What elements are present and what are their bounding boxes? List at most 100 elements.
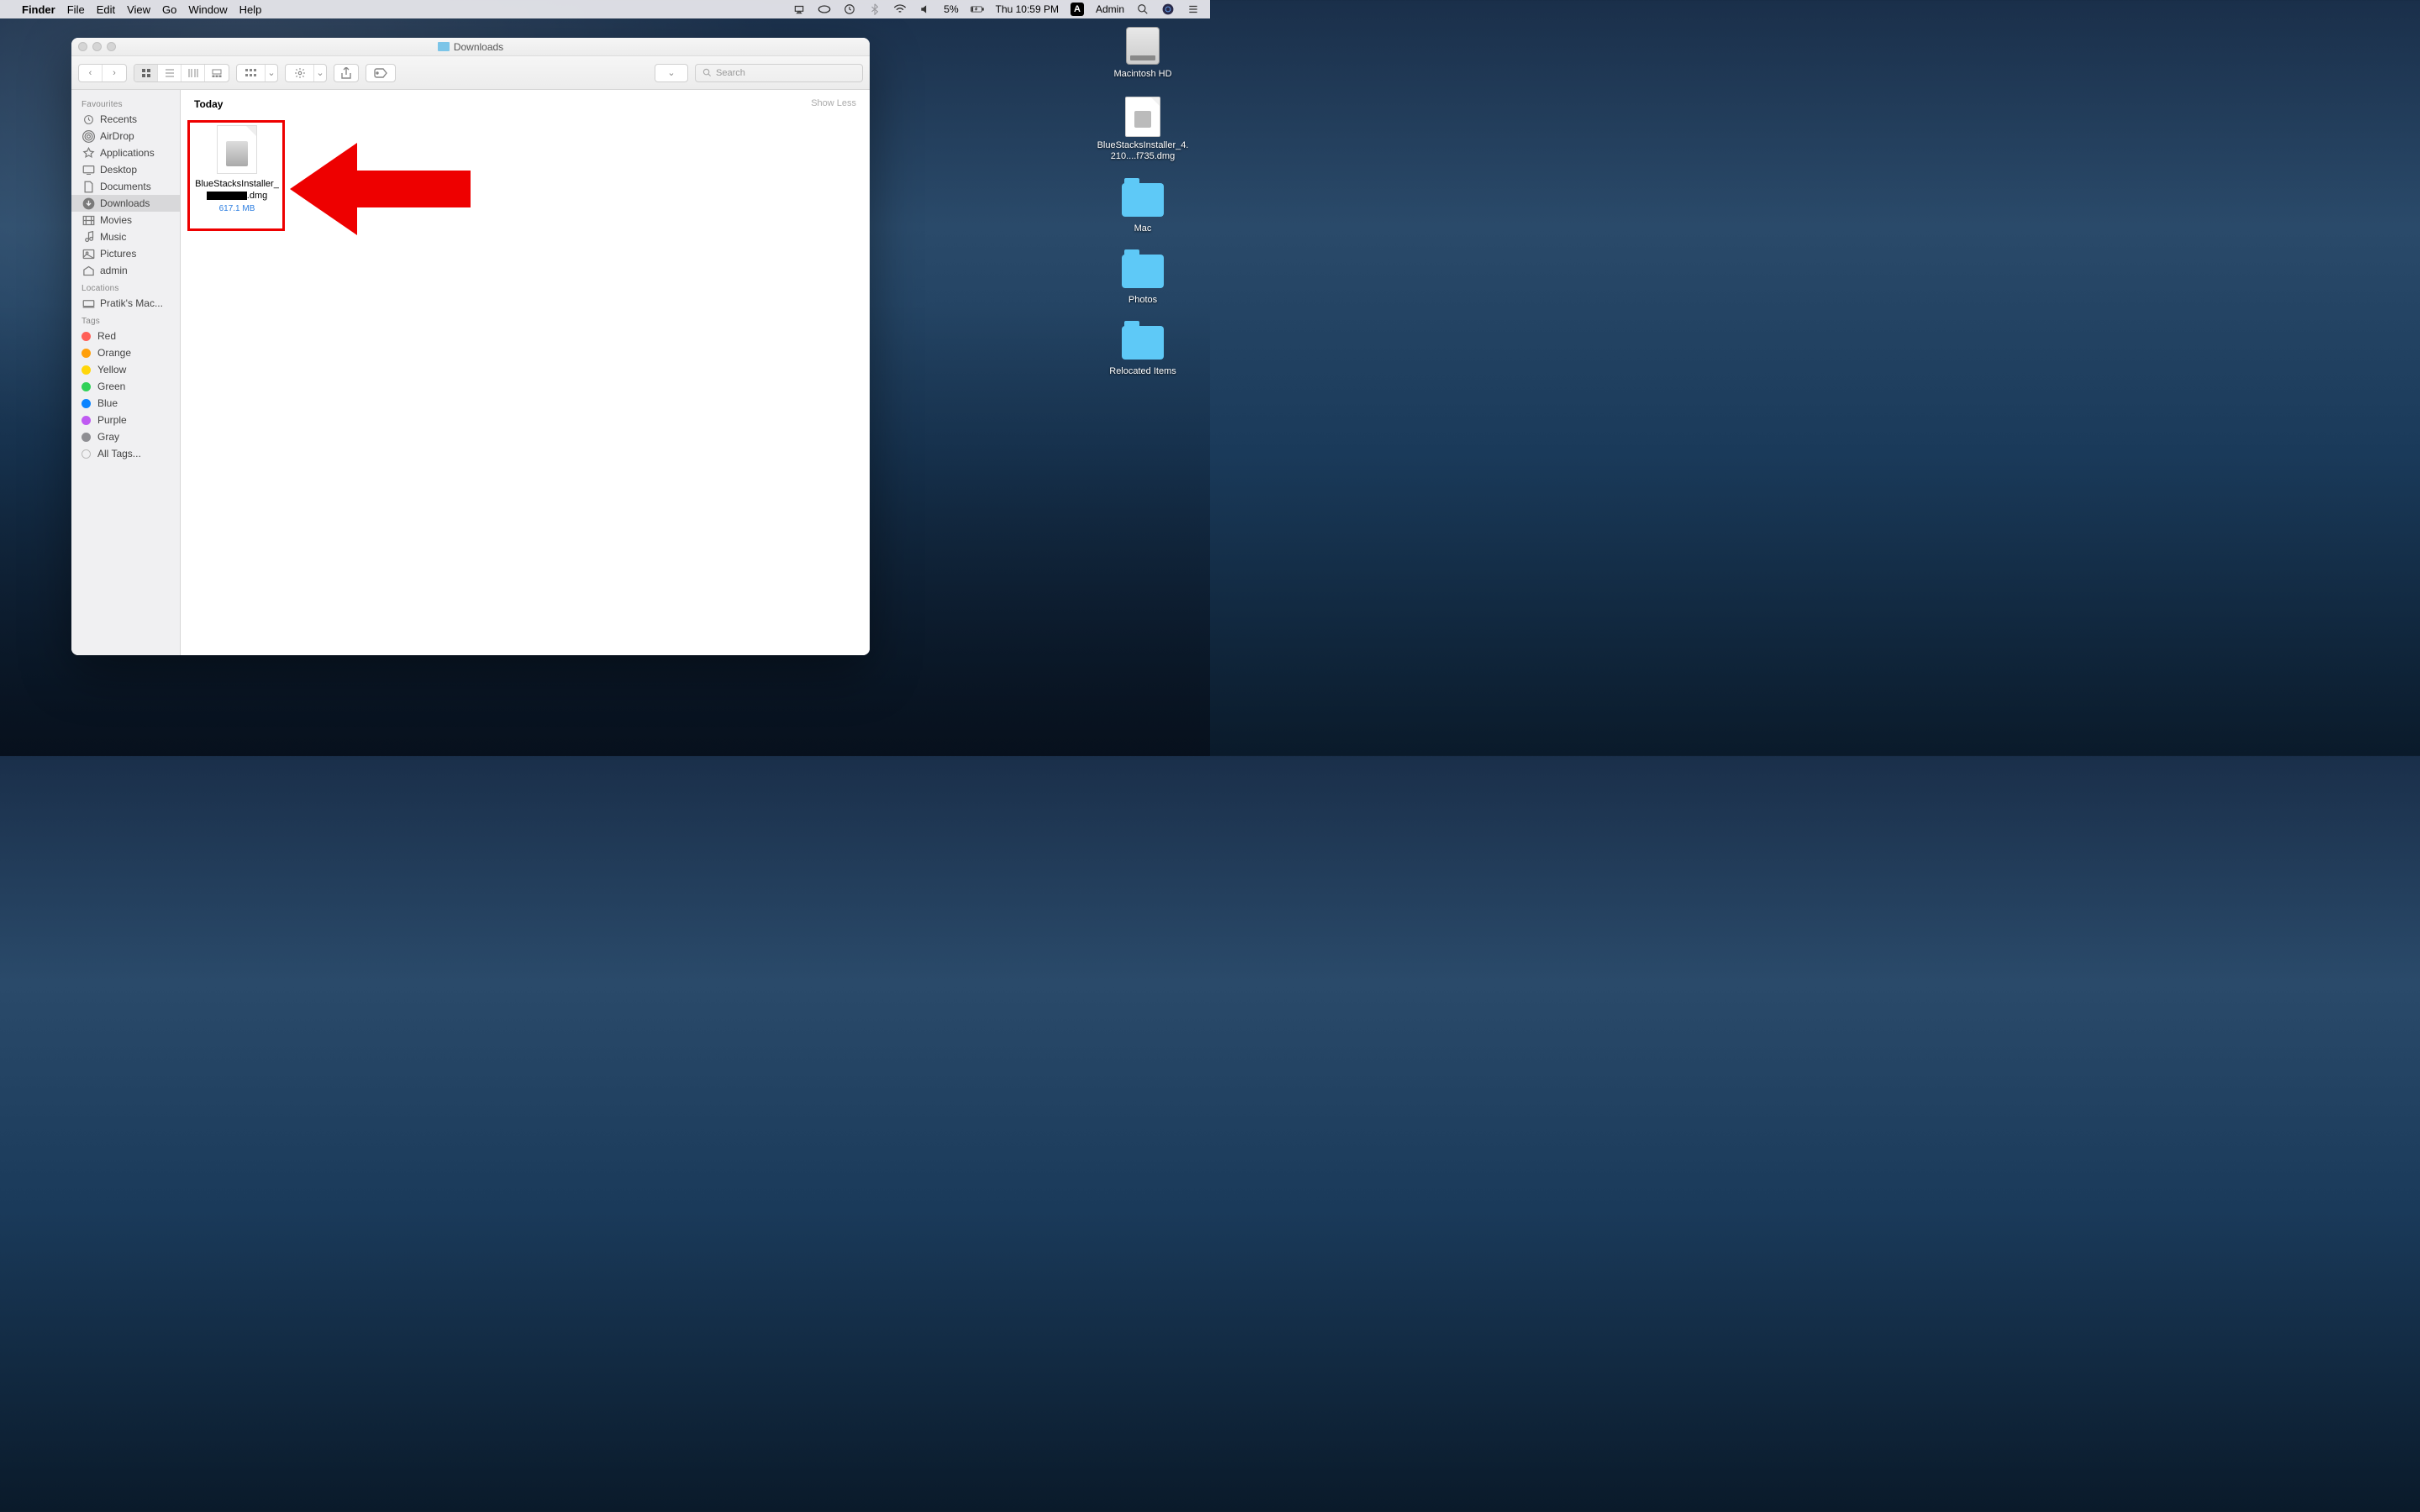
- desktop-item-label: Photos: [1128, 295, 1157, 306]
- battery-percent: 5%: [944, 3, 958, 15]
- sidebar-tag-label: Yellow: [97, 364, 126, 375]
- sidebar-item-documents[interactable]: Documents: [71, 178, 180, 195]
- sidebar-item-label: Recents: [100, 113, 137, 125]
- sidebar-tag-label: All Tags...: [97, 448, 141, 459]
- group-by-button[interactable]: ⌄: [236, 64, 278, 82]
- menubar-clock[interactable]: Thu 10:59 PM: [996, 3, 1059, 15]
- tag-dot-icon: [82, 416, 91, 425]
- sidebar-location-item[interactable]: Pratik's Mac...: [71, 295, 180, 312]
- menu-view[interactable]: View: [127, 3, 150, 16]
- folder-icon: [1122, 255, 1164, 288]
- search-field[interactable]: Search: [695, 64, 863, 82]
- finder-sidebar: Favourites Recents AirDrop Applications Des…: [71, 90, 181, 655]
- volume-icon[interactable]: [918, 3, 932, 16]
- tag-dot-icon: [82, 449, 91, 459]
- show-less-button[interactable]: Show Less: [811, 98, 856, 110]
- sidebar-icon: [82, 113, 95, 125]
- sidebar-item-admin[interactable]: admin: [71, 262, 180, 279]
- sidebar-tag-alltags[interactable]: All Tags...: [71, 445, 180, 462]
- desktop-item-macintosh-hd[interactable]: Macintosh HD: [1113, 25, 1171, 80]
- folder-icon: [1122, 183, 1164, 217]
- section-title: Today: [194, 98, 223, 110]
- gallery-view-button[interactable]: [205, 65, 229, 81]
- view-mode-buttons: [134, 64, 229, 82]
- column-view-button[interactable]: [182, 65, 205, 81]
- menu-window[interactable]: Window: [188, 3, 227, 16]
- back-button[interactable]: ‹: [79, 65, 103, 81]
- airplay-icon[interactable]: [792, 3, 806, 16]
- menu-edit[interactable]: Edit: [97, 3, 115, 16]
- wifi-icon[interactable]: [893, 3, 907, 16]
- sidebar-item-music[interactable]: Music: [71, 228, 180, 245]
- app-name[interactable]: Finder: [22, 3, 55, 16]
- sidebar-tag-orange[interactable]: Orange: [71, 344, 180, 361]
- sidebar-item-airdrop[interactable]: AirDrop: [71, 128, 180, 144]
- zoom-window-button[interactable]: [107, 42, 116, 51]
- desktop-item-photos-folder[interactable]: Photos: [1120, 251, 1166, 306]
- spotlight-icon[interactable]: [1136, 3, 1150, 16]
- user-switcher-icon[interactable]: A: [1071, 3, 1084, 16]
- bluetooth-icon[interactable]: [868, 3, 881, 16]
- sidebar-item-desktop[interactable]: Desktop: [71, 161, 180, 178]
- path-dropdown[interactable]: ⌄: [655, 64, 688, 82]
- annotation-arrow-icon: [290, 139, 475, 239]
- icon-view-button[interactable]: [134, 65, 158, 81]
- sidebar-tag-red[interactable]: Red: [71, 328, 180, 344]
- chevron-down-icon: ⌄: [314, 65, 326, 81]
- window-title: Downloads: [454, 41, 503, 53]
- creative-cloud-icon[interactable]: [818, 3, 831, 16]
- menu-help[interactable]: Help: [239, 3, 262, 16]
- forward-button[interactable]: ›: [103, 65, 126, 81]
- hard-drive-icon: [1126, 27, 1160, 65]
- sidebar-icon: [82, 248, 95, 260]
- action-menu-button[interactable]: ⌄: [285, 64, 327, 82]
- sidebar-item-movies[interactable]: Movies: [71, 212, 180, 228]
- sidebar-tag-gray[interactable]: Gray: [71, 428, 180, 445]
- sidebar-icon: [82, 147, 95, 159]
- tag-dot-icon: [82, 365, 91, 375]
- sidebar-item-applications[interactable]: Applications: [71, 144, 180, 161]
- desktop-item-mac-folder[interactable]: Mac: [1120, 180, 1166, 234]
- finder-toolbar: ‹ › ⌄ ⌄: [71, 56, 870, 90]
- sidebar-item-label: Desktop: [100, 164, 137, 176]
- menu-go[interactable]: Go: [162, 3, 176, 16]
- tag-dot-icon: [82, 349, 91, 358]
- desktop-item-bluestacks-dmg[interactable]: BlueStacksInstaller_4.210....f735.dmg: [1097, 97, 1189, 162]
- sidebar-icon: [82, 164, 95, 176]
- sidebar-tag-purple[interactable]: Purple: [71, 412, 180, 428]
- minimize-window-button[interactable]: [92, 42, 102, 51]
- close-window-button[interactable]: [78, 42, 87, 51]
- finder-content[interactable]: Today Show Less BlueStacksInstaller_.dmg…: [181, 90, 870, 655]
- list-view-button[interactable]: [158, 65, 182, 81]
- sidebar-item-label: AirDrop: [100, 130, 134, 142]
- sidebar-tag-green[interactable]: Green: [71, 378, 180, 395]
- battery-icon[interactable]: [971, 3, 984, 16]
- sidebar-tag-blue[interactable]: Blue: [71, 395, 180, 412]
- share-button[interactable]: [334, 64, 359, 82]
- sidebar-icon: [82, 265, 95, 276]
- tags-button[interactable]: [366, 64, 396, 82]
- sidebar-item-pictures[interactable]: Pictures: [71, 245, 180, 262]
- sidebar-tag-label: Purple: [97, 414, 127, 426]
- file-item-bluestacks-dmg[interactable]: BlueStacksInstaller_.dmg 617.1 MB: [191, 123, 283, 213]
- dmg-file-icon: [1125, 97, 1160, 137]
- chevron-down-icon: ⌄: [655, 65, 687, 81]
- sidebar-heading-locations: Locations: [71, 279, 180, 295]
- menubar-username[interactable]: Admin: [1096, 3, 1124, 15]
- sidebar-item-downloads[interactable]: Downloads: [71, 195, 180, 212]
- share-icon: [334, 65, 358, 81]
- desktop-item-relocated-folder[interactable]: Relocated Items: [1109, 323, 1176, 377]
- sidebar-item-recents[interactable]: Recents: [71, 111, 180, 128]
- sidebar-heading-favourites: Favourites: [71, 95, 180, 111]
- window-traffic-lights: [78, 42, 116, 51]
- search-icon: [702, 68, 712, 77]
- menu-file[interactable]: File: [67, 3, 85, 16]
- window-titlebar[interactable]: Downloads: [71, 38, 870, 56]
- sidebar-tag-label: Orange: [97, 347, 131, 359]
- notification-center-icon[interactable]: [1186, 3, 1200, 16]
- time-machine-icon[interactable]: [843, 3, 856, 16]
- siri-icon[interactable]: [1161, 3, 1175, 16]
- desktop-icons: Macintosh HD BlueStacksInstaller_4.210..…: [1092, 25, 1193, 377]
- sidebar-tag-yellow[interactable]: Yellow: [71, 361, 180, 378]
- chevron-down-icon: ⌄: [266, 65, 277, 81]
